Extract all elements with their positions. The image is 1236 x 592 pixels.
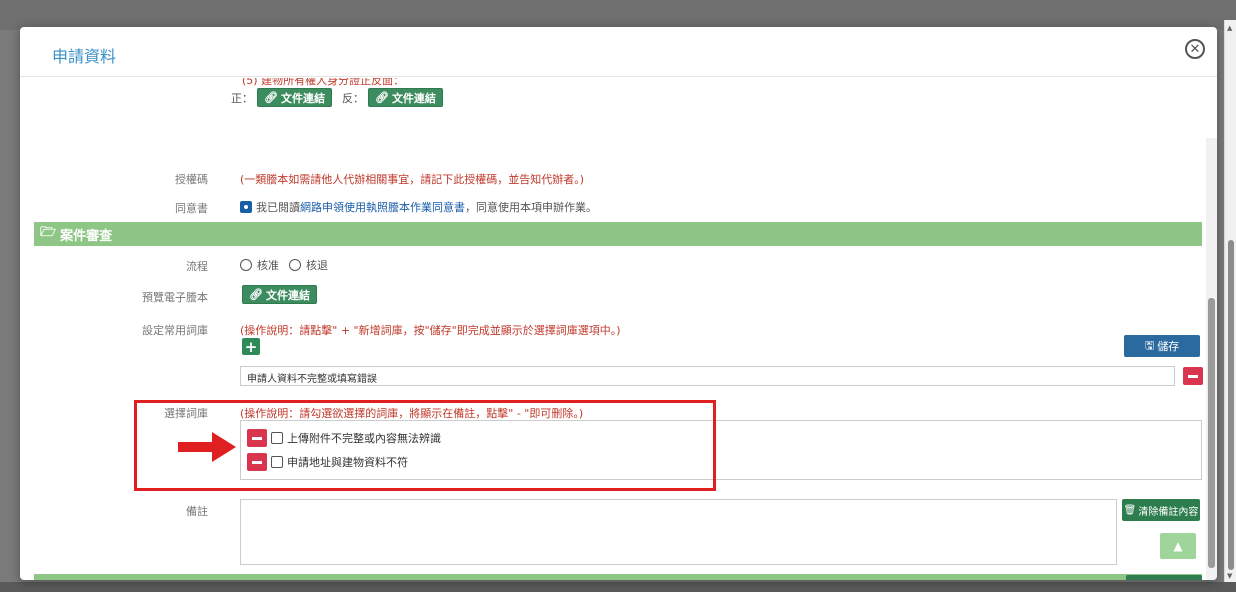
trash-icon: 🗑︎ [1123,504,1137,516]
remarks-label: 備註 [186,505,208,518]
back-link-label: 文件連結 [391,91,436,105]
folder-open-icon: 🗁︎ [40,225,57,240]
arrow-up-icon: ▲ [1173,539,1183,553]
consent-checkbox[interactable] [240,201,252,213]
clear-remarks-button[interactable]: 🗑︎ 清除備註內容 [1122,499,1200,521]
preview-document-link-button[interactable]: 🔗︎ 文件連結 [242,285,317,304]
scroll-top-button[interactable]: ▲ [1160,533,1196,559]
modal-scroll-thumb[interactable] [1208,298,1215,568]
background-page-footer [0,582,1236,592]
id-document-links: 正： 🔗︎ 文件連結 反： 🔗︎ 文件連結 [231,88,443,107]
application-data-modal: 申請資料 ✕ (5) 建物所有權人身分證正反面： 正： 🔗︎ 文件連結 反： 🔗… [20,27,1217,580]
consent-agreement-link[interactable]: 網路申領使用執照謄本作業同意書 [300,199,465,215]
front-label: 正： [231,91,253,105]
remarks-textarea[interactable] [240,499,1117,565]
send-icon: ➤ [1147,580,1156,581]
scroll-down-arrow-icon[interactable]: ▼ [1227,572,1232,580]
auth-code-label: 授權碼 [175,173,208,186]
save-icon: 🖫︎ [1144,338,1155,352]
annotation-arrow-icon [178,432,236,462]
modal-body: (5) 建物所有權人身分證正反面： 正： 🔗︎ 文件連結 反： 🔗︎ 文件連結 … [20,78,1217,580]
scroll-up-arrow-icon[interactable]: ▲ [1227,24,1232,32]
save-label: 儲存 [1157,340,1180,353]
modal-header: 申請資料 ✕ [20,27,1217,77]
link-icon: 🔗︎ [374,91,389,104]
close-icon[interactable]: ✕ [1185,39,1205,59]
modal-title: 申請資料 [52,47,117,66]
front-link-label: 文件連結 [280,91,325,105]
send-label: 送出 [1159,578,1181,580]
reject-radio[interactable] [289,259,301,271]
process-options: 核准 核退 [240,257,328,273]
back-label: 反： [341,91,364,105]
preview-label: 預覽電子謄本 [142,291,208,304]
background-page-header [0,0,1236,30]
page-scroll-thumb[interactable] [1228,240,1234,570]
link-icon: 🔗︎ [264,91,278,104]
auth-code-note: (一類謄本如需請他人代辦相關事宜，請記下此授權碼，並告知代辦者。) [240,173,585,186]
case-review-title: 案件審查 [60,228,113,244]
clear-remarks-label: 清除備註內容 [1138,506,1199,518]
front-document-link-button[interactable]: 🔗︎ 文件連結 [257,88,332,107]
clipped-instruction-text: (5) 建物所有權人身分證正反面： [242,78,405,86]
approve-label: 核准 [257,259,279,272]
modal-scrollbar[interactable] [1206,138,1217,580]
consent-text-before: 我已閱讀 [256,201,300,214]
back-document-link-button[interactable]: 🔗︎ 文件連結 [367,88,443,107]
consent-label: 同意書 [175,202,208,215]
remove-phrase-input-button[interactable] [1183,367,1203,385]
page-scrollbar[interactable]: ▲ ▼ [1224,20,1236,582]
add-phrase-button[interactable]: + [242,338,260,356]
approve-radio[interactable] [240,259,252,271]
consent-row: 我已閱讀 網路申領使用執照謄本作業同意書 ，同意使用本項申辦作業。 [240,199,597,215]
modal-footer-bar: ➤ 送出 [34,574,1202,580]
send-button[interactable]: ➤ 送出 [1126,575,1202,580]
phrases-instruction: (操作說明：請點擊" + "新增詞庫，按"儲存"即完成並顯示於選擇詞庫選項中。) [240,324,621,337]
case-review-section-header: 🗁︎ 案件審查 [34,222,1202,246]
process-label: 流程 [186,260,208,273]
phrase-input[interactable]: 申請人資料不完整或填寫錯誤 [240,366,1175,386]
phrases-label: 設定常用詞庫 [142,324,208,337]
link-icon: 🔗︎ [249,288,263,301]
preview-link-label: 文件連結 [265,288,310,302]
consent-text-after: ，同意使用本項申辦作業。 [465,201,597,214]
reject-label: 核退 [306,259,328,272]
save-button[interactable]: 🖫︎ 儲存 [1124,335,1200,357]
